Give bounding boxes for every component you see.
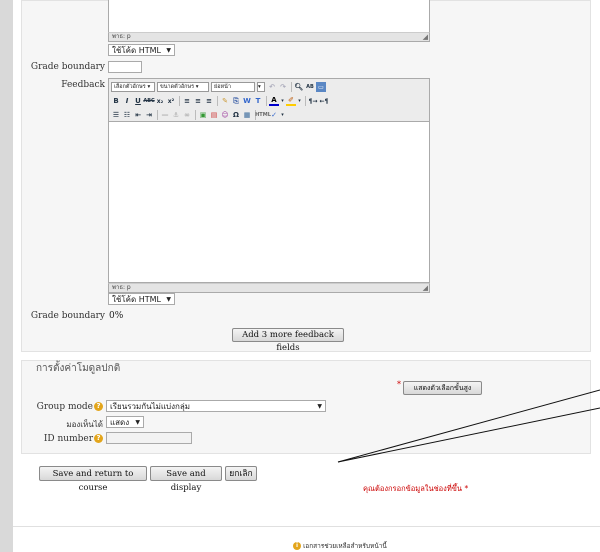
page-content: พาธ: p ◢ ใช้โค้ด HTML ▼ Grade boundary Fe…	[13, 0, 600, 552]
annotation-callout-lines	[337, 389, 600, 463]
bottom-divider	[13, 526, 600, 527]
footer-help-link[interactable]: i เอกสารช่วยเหลือสำหรับหน้านี้	[293, 541, 387, 551]
info-icon: i	[293, 542, 301, 550]
